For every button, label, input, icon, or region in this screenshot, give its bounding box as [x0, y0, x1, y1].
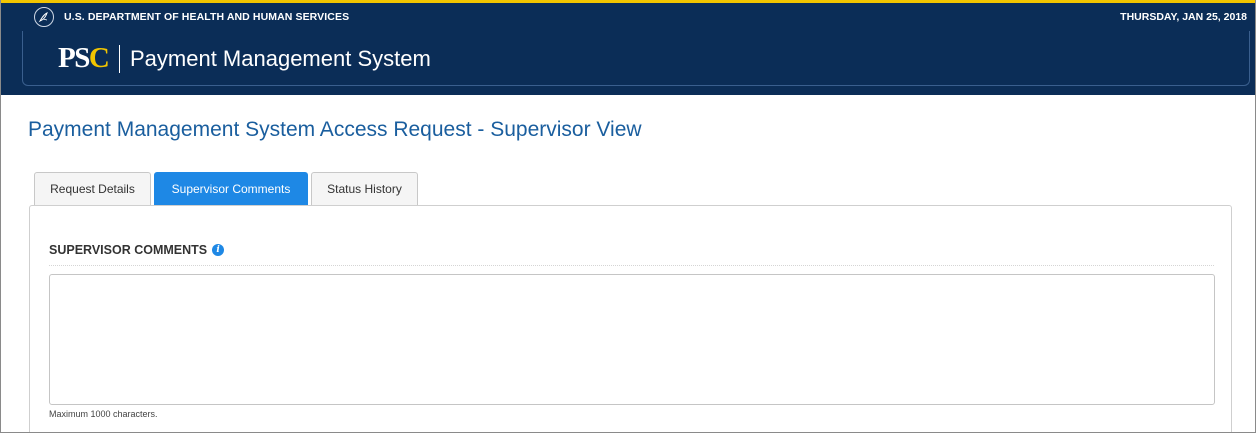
tab-status-history[interactable]: Status History — [311, 172, 418, 205]
page-frame: U.S. DEPARTMENT OF HEALTH AND HUMAN SERV… — [0, 0, 1256, 433]
supervisor-comments-panel: SUPERVISOR COMMENTS i Maximum 1000 chara… — [29, 205, 1232, 432]
logo-divider — [119, 45, 120, 73]
psc-logo-main: PS — [58, 42, 90, 74]
page-title: Payment Management System Access Request… — [28, 118, 642, 141]
psc-logo-accent: C — [88, 42, 110, 74]
agency-bar: U.S. DEPARTMENT OF HEALTH AND HUMAN SERV… — [1, 3, 1255, 31]
app-title[interactable]: Payment Management System — [130, 46, 431, 72]
section-heading-label: SUPERVISOR COMMENTS — [49, 243, 208, 257]
app-header: PSC Payment Management System — [1, 31, 1255, 95]
tab-supervisor-comments[interactable]: Supervisor Comments — [154, 172, 308, 205]
tab-request-details[interactable]: Request Details — [34, 172, 151, 205]
section-heading: SUPERVISOR COMMENTS i — [49, 243, 225, 257]
info-icon[interactable]: i — [212, 244, 225, 256]
character-limit-hint: Maximum 1000 characters. — [49, 409, 158, 419]
supervisor-comments-textarea[interactable] — [49, 274, 1215, 405]
psc-logo[interactable]: PSC — [58, 42, 110, 74]
current-date: THURSDAY, JAN 25, 2018 — [1120, 11, 1247, 23]
hhs-eagle-icon — [34, 7, 54, 27]
app-header-panel: PSC Payment Management System — [22, 31, 1250, 86]
section-divider — [49, 265, 1214, 266]
department-name[interactable]: U.S. DEPARTMENT OF HEALTH AND HUMAN SERV… — [64, 11, 349, 23]
